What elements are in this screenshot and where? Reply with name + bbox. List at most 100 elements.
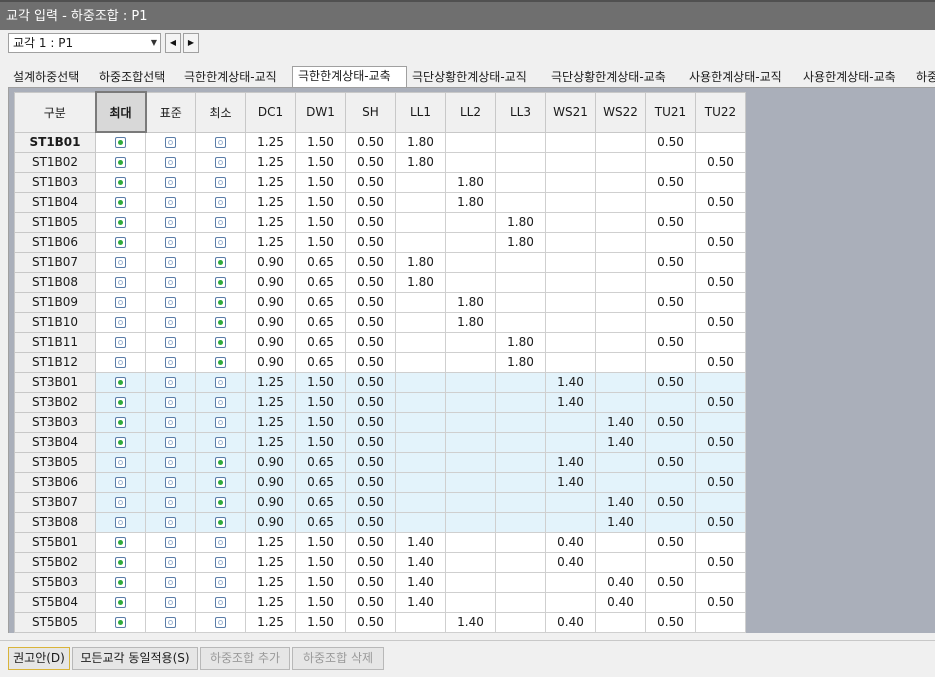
radio-max[interactable] (115, 257, 126, 268)
row-header[interactable]: ST1B07 (14, 251, 96, 273)
factor-cell-ll2[interactable] (445, 491, 496, 513)
factor-cell-ws22[interactable] (595, 611, 646, 633)
factor-cell-tu22[interactable] (695, 211, 746, 233)
radio-min[interactable] (215, 617, 226, 628)
factor-cell-ws21[interactable]: 0.40 (545, 531, 596, 553)
factor-cell-tu22[interactable]: 0.50 (695, 511, 746, 533)
radio-min[interactable] (215, 137, 226, 148)
factor-cell-dw1[interactable]: 1.50 (295, 231, 346, 253)
radio-std[interactable] (165, 517, 176, 528)
factor-cell-dc1[interactable]: 0.90 (245, 351, 296, 373)
factor-cell-ll3[interactable] (495, 131, 546, 153)
factor-cell-tu22[interactable] (695, 611, 746, 633)
factor-cell-ws21[interactable] (545, 431, 596, 453)
factor-cell-ll2[interactable] (445, 371, 496, 393)
factor-cell-tu21[interactable]: 0.50 (645, 611, 696, 633)
table-row[interactable]: ST3B07 0.90 0.65 0.50 1.40 0.50 (14, 491, 746, 513)
factor-cell-tu21[interactable] (645, 191, 696, 213)
factor-cell-ws21[interactable] (545, 131, 596, 153)
tab-load-combo-select[interactable]: 하중조합선택 (99, 68, 165, 87)
factor-cell-ws21[interactable] (545, 171, 596, 193)
radio-min[interactable] (215, 537, 226, 548)
factor-cell-dc1[interactable]: 0.90 (245, 471, 296, 493)
factor-cell-ll3[interactable] (495, 511, 546, 533)
factor-cell-tu22[interactable] (695, 451, 746, 473)
factor-cell-dc1[interactable]: 1.25 (245, 431, 296, 453)
factor-cell-dc1[interactable]: 1.25 (245, 571, 296, 593)
table-row[interactable]: ST3B06 0.90 0.65 0.50 1.40 0.50 (14, 471, 746, 493)
factor-cell-tu21[interactable]: 0.50 (645, 171, 696, 193)
factor-cell-ll2[interactable] (445, 471, 496, 493)
row-header[interactable]: ST1B05 (14, 211, 96, 233)
factor-cell-tu21[interactable]: 0.50 (645, 251, 696, 273)
radio-std[interactable] (165, 597, 176, 608)
factor-cell-ws21[interactable]: 1.40 (545, 451, 596, 473)
row-header[interactable]: ST1B01 (14, 131, 96, 153)
row-header[interactable]: ST1B08 (14, 271, 96, 293)
pier-select[interactable]: 교각 1 : P1 ▼ (8, 33, 161, 53)
column-header-dw1[interactable]: DW1 (295, 91, 346, 133)
factor-cell-ws21[interactable] (545, 331, 596, 353)
factor-cell-ll1[interactable]: 1.40 (395, 531, 446, 553)
factor-cell-ws21[interactable] (545, 491, 596, 513)
table-row[interactable]: ST3B03 1.25 1.50 0.50 1.40 0.50 (14, 411, 746, 433)
table-row[interactable]: ST1B03 1.25 1.50 0.50 1.80 0.50 (14, 171, 746, 193)
factor-cell-tu21[interactable] (645, 271, 696, 293)
column-header-tu21[interactable]: TU21 (645, 91, 696, 133)
radio-max-checked[interactable] (115, 137, 126, 149)
factor-cell-ll3[interactable] (495, 411, 546, 433)
factor-cell-sh[interactable]: 0.50 (345, 231, 396, 253)
factor-cell-tu21[interactable] (645, 351, 696, 373)
factor-cell-ll2[interactable] (445, 271, 496, 293)
factor-cell-tu22[interactable]: 0.50 (695, 311, 746, 333)
recommend-button[interactable]: 권고안(D) (8, 647, 70, 670)
factor-cell-ll2[interactable] (445, 251, 496, 273)
factor-cell-ws22[interactable] (595, 331, 646, 353)
radio-max-checked[interactable] (115, 397, 126, 408)
factor-cell-ws21[interactable]: 1.40 (545, 471, 596, 493)
radio-min[interactable] (215, 217, 226, 228)
factor-cell-ll1[interactable]: 1.40 (395, 551, 446, 573)
table-row[interactable]: ST3B01 1.25 1.50 0.50 1.40 0.50 (14, 371, 746, 393)
radio-max-checked[interactable] (115, 537, 126, 548)
factor-cell-ll2[interactable] (445, 411, 496, 433)
tab-design-load[interactable]: 설계하중선택 (13, 68, 79, 87)
factor-cell-ll1[interactable]: 1.80 (395, 151, 446, 173)
factor-cell-tu22[interactable] (695, 251, 746, 273)
factor-cell-dc1[interactable]: 1.25 (245, 391, 296, 413)
row-header[interactable]: ST1B09 (14, 291, 96, 313)
table-row[interactable]: ST1B02 1.25 1.50 0.50 1.80 0.50 (14, 151, 746, 173)
factor-cell-sh[interactable]: 0.50 (345, 591, 396, 613)
factor-cell-ws21[interactable] (545, 291, 596, 313)
factor-cell-dw1[interactable]: 0.65 (295, 271, 346, 293)
factor-cell-ll2[interactable] (445, 531, 496, 553)
column-header-sh[interactable]: SH (345, 91, 396, 133)
radio-std[interactable] (165, 137, 176, 148)
radio-max-checked[interactable] (115, 617, 126, 628)
radio-max-checked[interactable] (115, 177, 126, 188)
factor-cell-ll1[interactable]: 1.80 (395, 251, 446, 273)
radio-std[interactable] (165, 157, 176, 168)
factor-cell-ll1[interactable] (395, 331, 446, 353)
factor-cell-ll3[interactable] (495, 251, 546, 273)
factor-cell-ll1[interactable]: 1.40 (395, 591, 446, 613)
radio-min[interactable] (215, 197, 226, 208)
factor-cell-tu21[interactable]: 0.50 (645, 291, 696, 313)
factor-cell-dc1[interactable]: 1.25 (245, 551, 296, 573)
row-header[interactable]: ST3B08 (14, 511, 96, 533)
factor-cell-ll2[interactable] (445, 331, 496, 353)
factor-cell-ll2[interactable] (445, 591, 496, 613)
radio-std[interactable] (165, 257, 176, 268)
table-row[interactable]: ST1B09 0.90 0.65 0.50 1.80 0.50 (14, 291, 746, 313)
factor-cell-ws21[interactable] (545, 211, 596, 233)
table-row[interactable]: ST1B06 1.25 1.50 0.50 1.80 0.50 (14, 231, 746, 253)
factor-cell-tu22[interactable]: 0.50 (695, 351, 746, 373)
radio-std[interactable] (165, 457, 176, 468)
factor-cell-ll3[interactable] (495, 191, 546, 213)
factor-cell-sh[interactable]: 0.50 (345, 271, 396, 293)
tab-service-longitudinal[interactable]: 사용한계상태-교축 (803, 68, 896, 87)
factor-cell-ll3[interactable] (495, 491, 546, 513)
factor-cell-dc1[interactable]: 1.25 (245, 591, 296, 613)
factor-cell-ll1[interactable] (395, 491, 446, 513)
factor-cell-ll2[interactable] (445, 451, 496, 473)
